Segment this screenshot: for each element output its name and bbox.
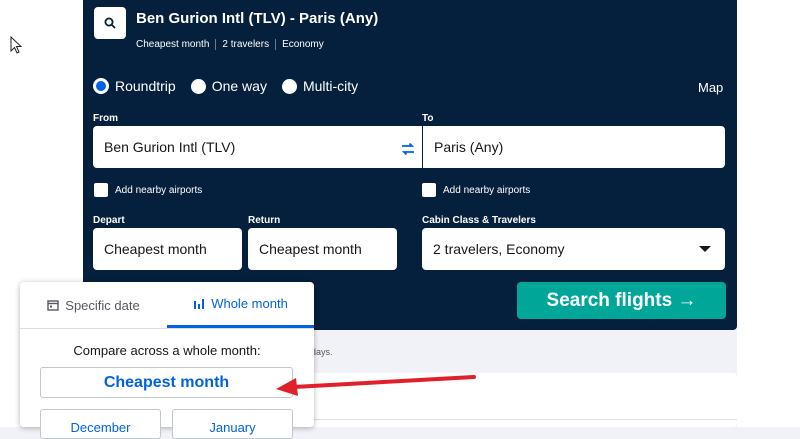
radio-unchecked-icon	[190, 78, 206, 94]
radio-checked-icon	[93, 78, 109, 94]
route-summary-title: Ben Gurion Intl (TLV) - Paris (Any)	[136, 10, 379, 27]
cabin-value: 2 travelers, Economy	[433, 241, 565, 257]
radio-unchecked-icon	[281, 78, 297, 94]
return-value: Cheapest month	[259, 241, 362, 257]
cheapest-month-button[interactable]: Cheapest month	[40, 367, 293, 398]
from-value: Ben Gurion Intl (TLV)	[104, 139, 236, 155]
bar-chart-icon	[194, 298, 205, 309]
compare-text: Compare across a whole month:	[73, 343, 261, 358]
tab-label: Specific date	[65, 297, 140, 313]
trip-type-label: Roundtrip	[115, 78, 176, 94]
calendar-icon	[47, 300, 59, 311]
to-label: To	[422, 113, 434, 124]
search-flights-button[interactable]: Search flights →	[517, 282, 726, 319]
month-button-january[interactable]: January	[172, 409, 293, 439]
checkbox[interactable]	[94, 183, 108, 197]
checkbox[interactable]	[422, 183, 436, 197]
meta-divider	[275, 39, 277, 50]
swap-airports-icon[interactable]	[400, 141, 416, 157]
trip-type-selector: Roundtrip One way Multi-city	[93, 78, 373, 94]
depart-label: Depart	[93, 215, 125, 226]
date-picker-popover: Specific date Whole month Compare across…	[20, 282, 314, 439]
depart-value: Cheapest month	[104, 241, 207, 257]
tab-label: Whole month	[211, 296, 288, 311]
from-input[interactable]: Ben Gurion Intl (TLV)	[93, 126, 422, 168]
tab-specific-date[interactable]: Specific date	[20, 282, 167, 328]
divider	[310, 419, 737, 420]
trip-type-one-way[interactable]: One way	[190, 78, 267, 94]
meta-date: Cheapest month	[136, 39, 210, 50]
helper-text: days.	[311, 347, 333, 357]
mouse-cursor-icon	[10, 36, 23, 54]
to-nearby-airports[interactable]: Add nearby airports	[422, 183, 530, 197]
month-button-december[interactable]: December	[40, 409, 161, 439]
to-input[interactable]: Paris (Any)	[423, 126, 725, 168]
from-label: From	[93, 113, 118, 124]
trip-type-label: One way	[211, 78, 267, 94]
annotation-arrow-icon	[276, 375, 476, 396]
checkbox-label: Add nearby airports	[115, 184, 203, 196]
trip-type-roundtrip[interactable]: Roundtrip	[93, 78, 176, 94]
tab-whole-month[interactable]: Whole month	[167, 282, 314, 328]
cabin-label: Cabin Class & Travelers	[422, 215, 536, 226]
cabin-travelers-select[interactable]: 2 travelers, Economy	[422, 228, 725, 270]
divider	[20, 328, 314, 329]
from-nearby-airports[interactable]: Add nearby airports	[94, 183, 202, 197]
trip-type-multi-city[interactable]: Multi-city	[281, 78, 359, 94]
map-link[interactable]: Map	[698, 80, 723, 95]
meta-divider	[215, 39, 217, 50]
trip-type-label: Multi-city	[302, 78, 359, 94]
summary-search-button[interactable]	[94, 7, 126, 39]
route-summary-meta: Cheapest month 2 travelers Economy	[136, 39, 324, 50]
return-label: Return	[248, 215, 281, 226]
meta-travelers: 2 travelers	[222, 39, 270, 50]
page-right-margin	[737, 0, 800, 427]
return-input[interactable]: Cheapest month	[248, 228, 397, 270]
to-value: Paris (Any)	[434, 139, 504, 155]
meta-cabin: Economy	[282, 39, 324, 50]
search-icon	[104, 17, 116, 29]
depart-input[interactable]: Cheapest month	[93, 228, 242, 270]
checkbox-label: Add nearby airports	[443, 184, 531, 196]
chevron-down-icon	[699, 246, 711, 252]
